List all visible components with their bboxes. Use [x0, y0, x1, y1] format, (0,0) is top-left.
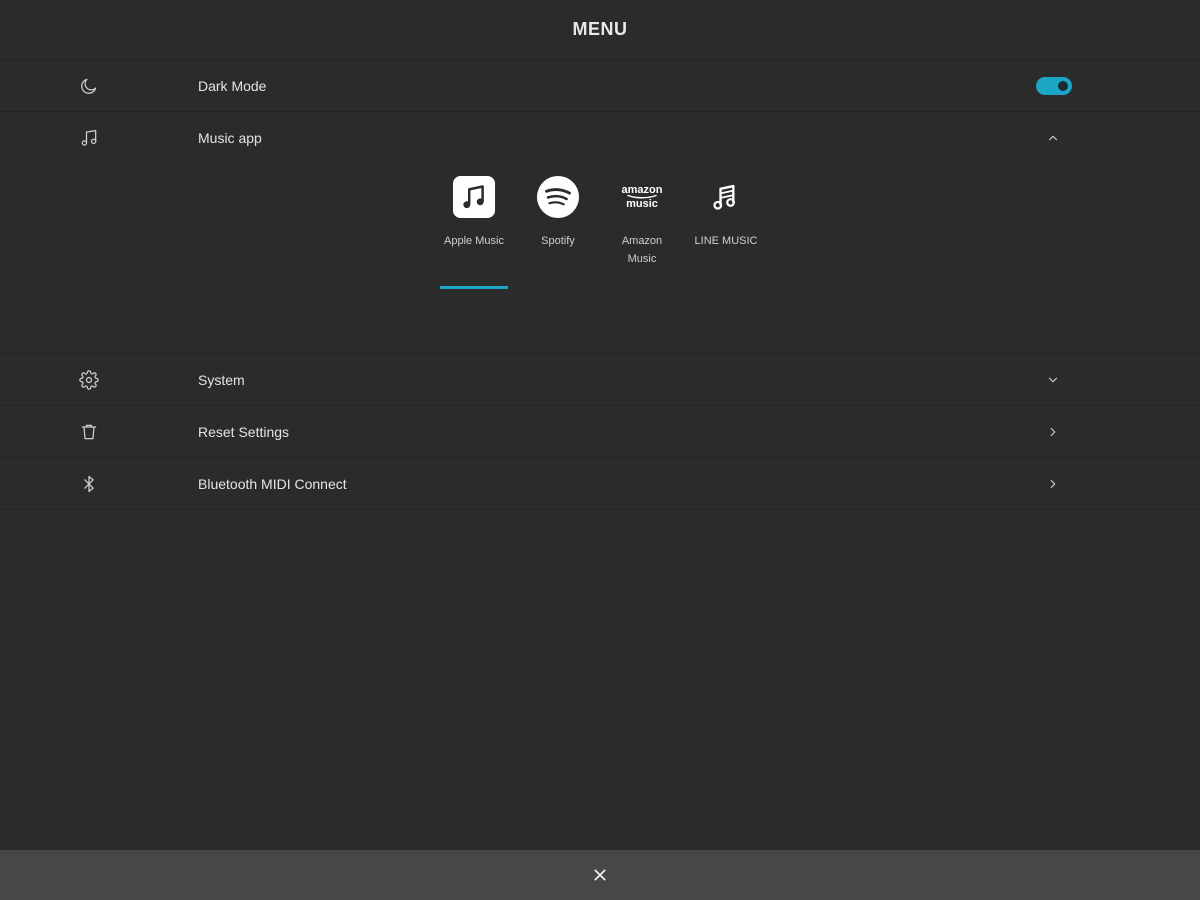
app-option-spotify[interactable]: Spotify [516, 174, 600, 268]
gear-icon [78, 369, 100, 391]
amazon-music-icon: amazon music [619, 174, 665, 220]
dark-mode-toggle[interactable] [1036, 76, 1072, 95]
trash-icon [78, 421, 100, 443]
apple-music-icon [451, 174, 497, 220]
bluetooth-icon [78, 473, 100, 495]
app-label: Amazon Music [621, 235, 663, 265]
chevron-up-icon[interactable] [1042, 127, 1064, 149]
footer-bar [0, 850, 1200, 900]
page-title: MENU [572, 19, 628, 39]
app-label: LINE MUSIC [694, 235, 758, 247]
close-icon[interactable] [589, 864, 611, 886]
header: MENU [0, 0, 1200, 60]
line-music-icon [703, 174, 749, 220]
app-option-apple-music[interactable]: Apple Music [432, 174, 516, 289]
music-app-section: Music app Apple Music Spotify amazon mus… [0, 112, 1200, 354]
toggle-knob [1058, 80, 1068, 91]
music-note-icon [78, 127, 100, 149]
svg-text:amazon: amazon [622, 184, 663, 196]
dark-mode-row[interactable]: Dark Mode [0, 60, 1200, 112]
chevron-right-icon[interactable] [1042, 421, 1064, 443]
system-label: System [198, 371, 245, 388]
app-option-amazon-music[interactable]: amazon music Amazon Music [600, 174, 684, 268]
chevron-down-icon[interactable] [1042, 369, 1064, 391]
spotify-icon [535, 174, 581, 220]
moon-icon [78, 75, 100, 97]
bluetooth-midi-label: Bluetooth MIDI Connect [198, 475, 347, 492]
selected-indicator [440, 286, 508, 289]
chevron-right-icon[interactable] [1042, 473, 1064, 495]
app-option-line-music[interactable]: LINE MUSIC [684, 174, 768, 268]
app-label: Spotify [541, 235, 575, 247]
menu-screen: MENU Dark Mode Music app Apple Music Spo… [0, 0, 1200, 900]
system-row[interactable]: System [0, 354, 1200, 406]
bluetooth-midi-row[interactable]: Bluetooth MIDI Connect [0, 458, 1200, 510]
app-label: Apple Music [444, 235, 504, 247]
dark-mode-label: Dark Mode [198, 77, 267, 94]
reset-settings-label: Reset Settings [198, 423, 290, 440]
music-app-row[interactable]: Music app [0, 112, 1200, 164]
svg-text:music: music [626, 198, 658, 210]
music-app-options: Apple Music Spotify amazon music Amazon … [432, 174, 768, 289]
reset-settings-row[interactable]: Reset Settings [0, 406, 1200, 458]
music-app-label: Music app [198, 130, 262, 146]
